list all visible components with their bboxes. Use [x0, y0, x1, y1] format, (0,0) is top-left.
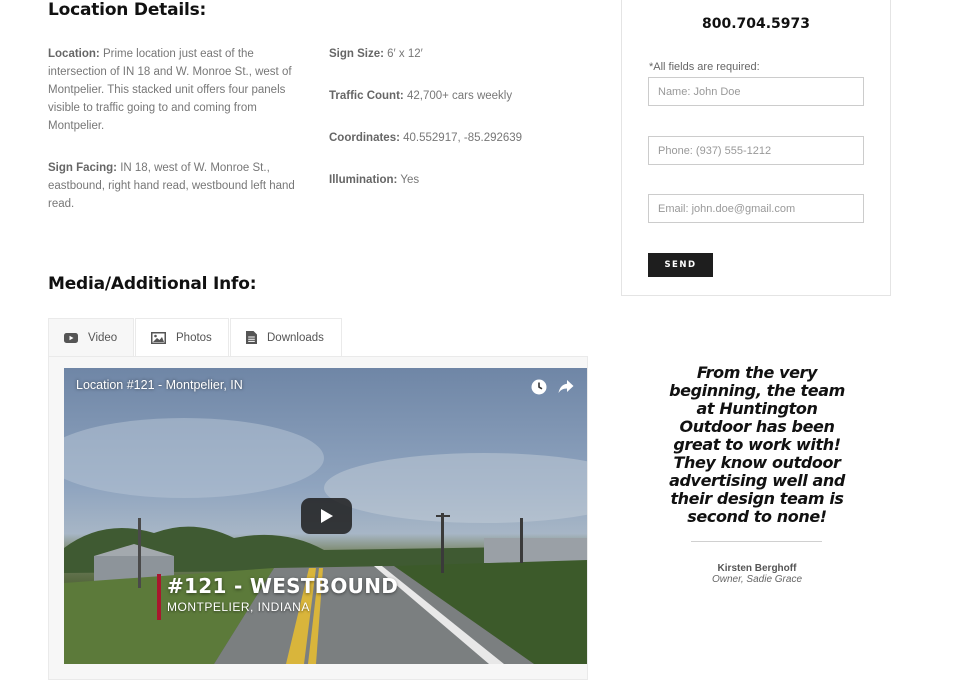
sign-size-detail: Sign Size: 6′ x 12′ [329, 45, 589, 63]
location-details-heading: Location Details: [48, 0, 207, 20]
overlay-accent-bar [157, 574, 161, 620]
sign-facing-label: Sign Facing: [48, 162, 117, 174]
email-input[interactable] [648, 194, 864, 223]
testimonial-quote: From the very beginning, the team at Hun… [669, 363, 845, 526]
location-label: Location: [48, 48, 100, 60]
video-player[interactable]: Location #121 - Montpelier, IN #121 - WE… [64, 368, 587, 664]
tab-photos-label: Photos [176, 331, 212, 344]
watch-later-icon[interactable] [531, 379, 547, 395]
required-note: *All fields are required: [649, 61, 760, 73]
sign-size-label: Sign Size: [329, 48, 384, 60]
coordinates-detail: Coordinates: 40.552917, -85.292639 [329, 129, 589, 147]
location-text: Prime location just east of the intersec… [48, 48, 292, 132]
coordinates-label: Coordinates: [329, 132, 400, 144]
document-icon [246, 331, 257, 344]
location-detail: Location: Prime location just east of th… [48, 45, 303, 135]
sign-size-text: 6′ x 12′ [387, 48, 423, 60]
play-icon [320, 509, 333, 523]
youtube-icon [64, 332, 78, 343]
phone-input[interactable] [648, 136, 864, 165]
testimonial-divider [691, 541, 822, 542]
coordinates-text: 40.552917, -85.292639 [403, 132, 523, 144]
share-icon[interactable] [558, 379, 574, 394]
illumination-text: Yes [400, 174, 420, 186]
traffic-count-label: Traffic Count: [329, 90, 404, 102]
video-overlay-subtitle: MONTPELIER, INDIANA [167, 600, 310, 614]
traffic-count-text: 42,700+ cars weekly [406, 90, 513, 102]
tab-video[interactable]: Video [48, 318, 134, 356]
send-button[interactable]: SEND [648, 253, 713, 277]
sign-facing-detail: Sign Facing: IN 18, west of W. Monroe St… [48, 159, 306, 213]
illumination-detail: Illumination: Yes [329, 171, 589, 189]
tab-downloads[interactable]: Downloads [230, 318, 342, 356]
testimonial-author: Kirsten Berghoff [717, 563, 797, 574]
play-button[interactable] [301, 498, 352, 534]
name-input[interactable] [648, 77, 864, 106]
illumination-label: Illumination: [329, 174, 398, 186]
traffic-count-detail: Traffic Count: 42,700+ cars weekly [329, 87, 589, 105]
video-title[interactable]: Location #121 - Montpelier, IN [76, 378, 243, 392]
media-heading: Media/Additional Info: [48, 274, 257, 294]
tab-photos[interactable]: Photos [135, 318, 229, 356]
tab-downloads-label: Downloads [267, 331, 324, 344]
video-overlay-title: #121 - WESTBOUND [167, 574, 399, 598]
tab-video-label: Video [88, 331, 118, 344]
phone-number[interactable]: 800.704.5973 [621, 16, 891, 32]
testimonial-role: Owner, Sadie Grace [711, 574, 803, 585]
image-icon [151, 331, 166, 344]
